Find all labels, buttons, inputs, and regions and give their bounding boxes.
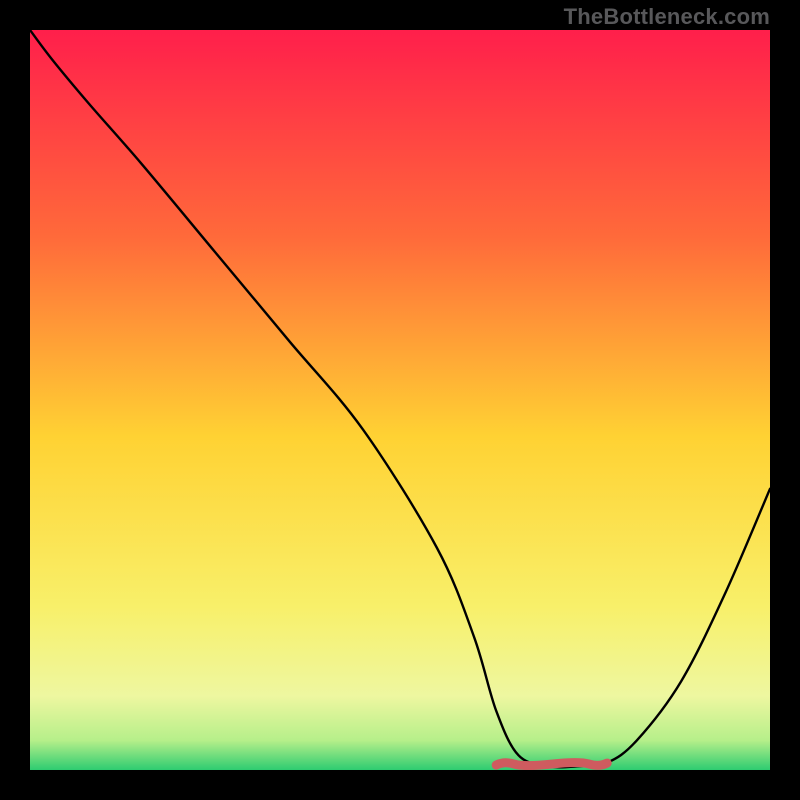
bottleneck-chart — [30, 30, 770, 770]
attribution-text: TheBottleneck.com — [564, 4, 770, 30]
plateau-marker — [496, 763, 607, 766]
gradient-background — [30, 30, 770, 770]
chart-frame — [30, 30, 770, 770]
plot-area — [30, 30, 770, 770]
